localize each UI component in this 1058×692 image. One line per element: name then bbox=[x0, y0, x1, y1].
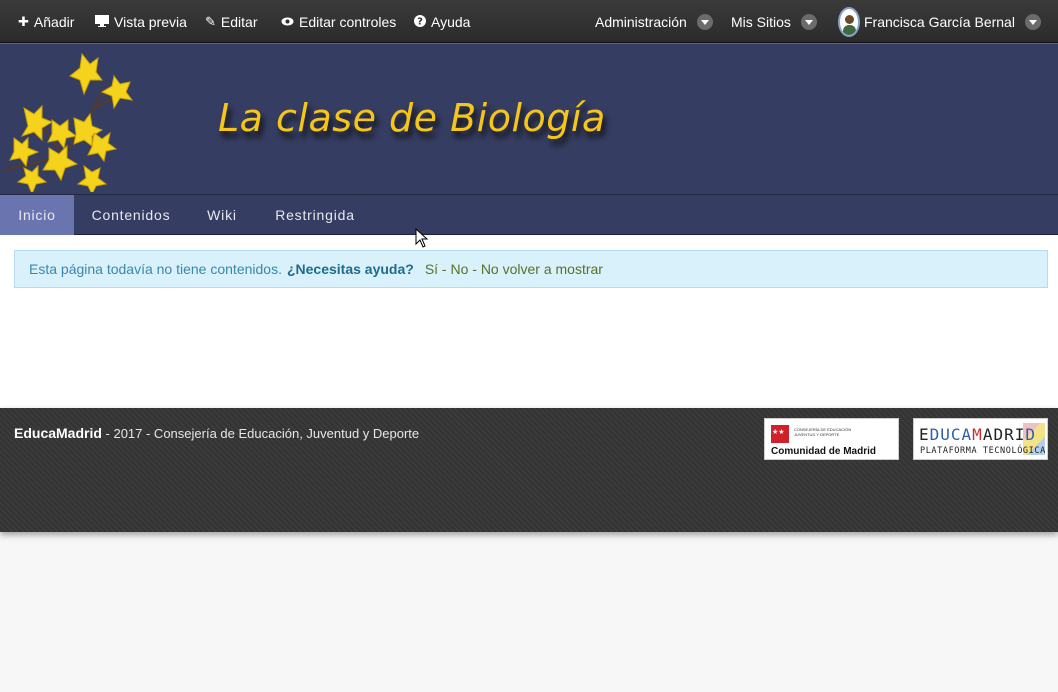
preview-button[interactable]: Vista previa bbox=[95, 0, 187, 43]
admin-label: Administración bbox=[595, 13, 687, 30]
dockbar: ✚ Añadir Vista previa ✎ Editar Editar co… bbox=[0, 0, 1058, 43]
empty-page-alert: Esta página todavía no tiene contenidos.… bbox=[14, 250, 1048, 288]
nav-item-contenidos[interactable]: Contenidos bbox=[74, 195, 188, 235]
site-banner: La clase de Biología bbox=[0, 43, 1058, 194]
educamadrid-logo-text: EDUCAMADRID bbox=[919, 425, 1036, 444]
edit-label: Editar bbox=[220, 13, 258, 30]
footer-brand[interactable]: EducaMadrid bbox=[14, 425, 102, 441]
my-sites-menu[interactable]: Mis Sitios bbox=[731, 0, 817, 43]
svg-text:?: ? bbox=[417, 16, 423, 27]
site-logo[interactable] bbox=[4, 48, 144, 192]
footer-text: EducaMadrid - 2017 - Consejería de Educa… bbox=[14, 425, 419, 441]
user-name: Francisca García Bernal bbox=[864, 13, 1015, 30]
chevron-down-icon bbox=[800, 13, 817, 30]
help-label: Ayuda bbox=[431, 13, 471, 30]
plus-icon: ✚ bbox=[18, 14, 29, 29]
mouse-pointer-icon bbox=[415, 228, 429, 248]
eye-icon bbox=[281, 15, 294, 28]
edit-controls-label: Editar controles bbox=[299, 13, 397, 30]
add-label: Añadir bbox=[33, 13, 75, 30]
help-button[interactable]: ? Ayuda bbox=[414, 0, 470, 43]
educamadrid-sub: PLATAFORMA TECNOLÓGICA bbox=[920, 446, 1046, 456]
user-menu[interactable]: Francisca García Bernal bbox=[838, 0, 1041, 43]
chevron-down-icon bbox=[1024, 13, 1041, 30]
footer: EducaMadrid - 2017 - Consejería de Educa… bbox=[0, 408, 1058, 532]
avatar bbox=[838, 6, 860, 37]
main-navigation: Inicio Contenidos Wiki Restringida bbox=[0, 194, 1058, 235]
edit-icon: ✎ bbox=[205, 14, 216, 29]
main-content: Esta página todavía no tiene contenidos.… bbox=[0, 235, 1058, 408]
nav-item-restringida[interactable]: Restringida bbox=[256, 195, 374, 235]
question-icon: ? bbox=[414, 14, 426, 29]
my-sites-label: Mis Sitios bbox=[731, 13, 791, 30]
edit-button[interactable]: ✎ Editar bbox=[205, 0, 257, 43]
footer-copyright: - 2017 - Consejería de Educación, Juvent… bbox=[101, 426, 420, 441]
cam-name: Comunidad de Madrid bbox=[771, 446, 876, 457]
madrid-flag-icon bbox=[771, 425, 789, 443]
add-menu-button[interactable]: ✚ Añadir bbox=[18, 0, 74, 43]
educamadrid-logo[interactable]: EDUCAMADRID PLATAFORMA TECNOLÓGICA bbox=[913, 418, 1048, 460]
nav-item-inicio[interactable]: Inicio bbox=[0, 195, 74, 235]
alert-message: Esta página todavía no tiene contenidos. bbox=[29, 261, 282, 277]
edit-controls-button[interactable]: Editar controles bbox=[281, 0, 396, 43]
chevron-down-icon bbox=[696, 13, 713, 30]
monitor-icon bbox=[95, 14, 109, 29]
site-title[interactable]: La clase de Biología bbox=[218, 96, 606, 140]
preview-label: Vista previa bbox=[114, 13, 187, 30]
alert-options[interactable]: Sí - No - No volver a mostrar bbox=[425, 261, 603, 277]
cam-small-text: CONSEJERÍA DE EDUCACIÓN JUVENTUD Y DEPOR… bbox=[794, 427, 852, 437]
comunidad-madrid-logo[interactable]: CONSEJERÍA DE EDUCACIÓN JUVENTUD Y DEPOR… bbox=[764, 418, 899, 460]
help-question-link[interactable]: ¿Necesitas ayuda? bbox=[287, 261, 414, 277]
nav-item-wiki[interactable]: Wiki bbox=[188, 195, 256, 235]
admin-menu[interactable]: Administración bbox=[595, 0, 713, 43]
